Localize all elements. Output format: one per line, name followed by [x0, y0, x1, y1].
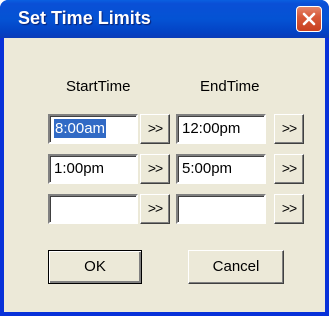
end-time-field-3[interactable]	[176, 194, 266, 224]
window-title: Set Time Limits	[18, 8, 151, 28]
end-time-picker-button-1[interactable]: >>	[274, 114, 304, 144]
end-time-picker-button-2[interactable]: >>	[274, 154, 304, 184]
cancel-button[interactable]: Cancel	[188, 250, 284, 284]
end-time-label: EndTime	[200, 78, 260, 95]
start-time-label: StartTime	[66, 78, 131, 95]
start-time-picker-button-2[interactable]: >>	[140, 154, 170, 184]
dialog-window: Set Time Limits StartTime EndTime 8:00am…	[0, 0, 329, 316]
end-time-field-2[interactable]: 5:00pm	[176, 154, 266, 184]
start-time-field-2[interactable]: 1:00pm	[48, 154, 138, 184]
title-bar[interactable]: Set Time Limits	[0, 0, 329, 38]
close-button[interactable]	[296, 6, 322, 32]
end-time-picker-button-3[interactable]: >>	[274, 194, 304, 224]
start-time-value-1: 8:00am	[52, 118, 108, 139]
start-time-field-3[interactable]	[48, 194, 138, 224]
ok-button[interactable]: OK	[48, 250, 142, 284]
end-time-field-1[interactable]: 12:00pm	[176, 114, 266, 144]
start-time-picker-button-3[interactable]: >>	[140, 194, 170, 224]
start-time-field-1[interactable]: 8:00am	[48, 114, 138, 144]
dialog-body: StartTime EndTime 8:00am >> 12:00pm >> 1…	[4, 38, 325, 312]
start-time-picker-button-1[interactable]: >>	[140, 114, 170, 144]
close-icon	[302, 12, 316, 26]
